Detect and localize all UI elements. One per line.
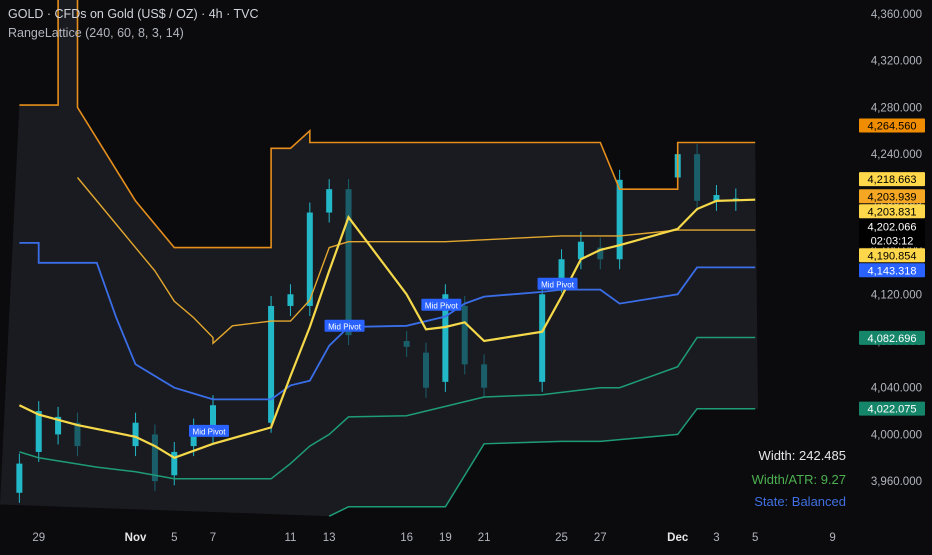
y-tick-label: 3,960.000	[871, 476, 922, 488]
price-label: 4,203.831	[868, 206, 917, 218]
price-label-countdown: 02:03:12	[871, 235, 914, 247]
candle-body	[403, 340, 410, 347]
candle-body	[268, 305, 275, 423]
indicator-title: RangeLattice (240, 60, 8, 3, 14)	[8, 26, 184, 40]
price-label: 4,022.075	[868, 404, 917, 416]
x-tick-label: 21	[478, 532, 491, 544]
price-label: 4,190.854	[868, 250, 917, 262]
x-tick-label: 29	[32, 532, 45, 544]
pivot-label: Mid Pivot	[328, 322, 362, 331]
price-label: 4,218.663	[868, 174, 917, 186]
candle-body	[577, 241, 584, 260]
candle-body	[306, 212, 313, 306]
candle-body	[287, 294, 294, 306]
candle-body	[35, 411, 42, 452]
candle-body	[132, 422, 139, 447]
candle-body	[694, 154, 701, 201]
candle-body	[16, 463, 23, 493]
price-chart[interactable]: Mid Pivot Mid Pivot Mid Pivot Mid Pivot 3,96…	[0, 0, 932, 550]
price-label: 4,082.696	[868, 333, 917, 345]
candle-body	[345, 189, 352, 336]
x-tick-label: 11	[284, 532, 296, 544]
candle-body	[481, 364, 488, 388]
pivot-label: Mid Pivot	[541, 280, 575, 289]
candle-body	[423, 352, 429, 388]
pivot-label: Mid Pivot	[425, 301, 459, 310]
candle-body	[616, 179, 623, 260]
chart-root: Mid Pivot Mid Pivot Mid Pivot Mid Pivot 3,96…	[0, 0, 932, 550]
x-tick-label: 19	[439, 532, 452, 544]
price-label: 4,202.066	[868, 221, 917, 233]
price-label: 4,143.318	[868, 265, 917, 277]
candle-body	[151, 434, 158, 482]
width-atr-stat: Width/ATR: 9.27	[751, 472, 846, 487]
candle-body	[326, 189, 333, 213]
pivot-label: Mid Pivot	[193, 427, 227, 436]
y-tick-label: 4,320.000	[871, 56, 922, 68]
x-tick-label: Nov	[125, 532, 147, 544]
x-tick-label: 9	[829, 532, 835, 544]
x-tick-label: 3	[713, 532, 719, 544]
y-tick-label: 4,040.000	[871, 383, 922, 395]
x-tick-label: 5	[171, 532, 177, 544]
x-tick-label: 13	[323, 532, 336, 544]
candle-body	[461, 305, 468, 365]
symbol-title: GOLD · CFDs on Gold (US$ / OZ) · 4h · TV…	[8, 7, 259, 21]
x-tick-label: 16	[400, 532, 413, 544]
y-tick-label: 4,360.000	[871, 9, 922, 21]
x-tick-label: Dec	[667, 532, 689, 544]
y-tick-label: 4,000.000	[871, 429, 922, 441]
y-tick-label: 4,240.000	[871, 149, 922, 161]
price-label: 4,203.939	[868, 191, 917, 203]
width-stat: Width: 242.485	[758, 448, 846, 463]
x-tick-label: 7	[210, 532, 216, 544]
y-tick-label: 4,280.000	[871, 102, 922, 114]
x-tick-label: 5	[752, 532, 758, 544]
candle-body	[539, 294, 546, 382]
price-label: 4,264.560	[868, 120, 917, 132]
x-tick-label: 25	[555, 532, 568, 544]
y-tick-label: 4,120.000	[871, 289, 922, 301]
state-stat: State: Balanced	[754, 494, 846, 509]
x-tick-label: 27	[594, 532, 607, 544]
